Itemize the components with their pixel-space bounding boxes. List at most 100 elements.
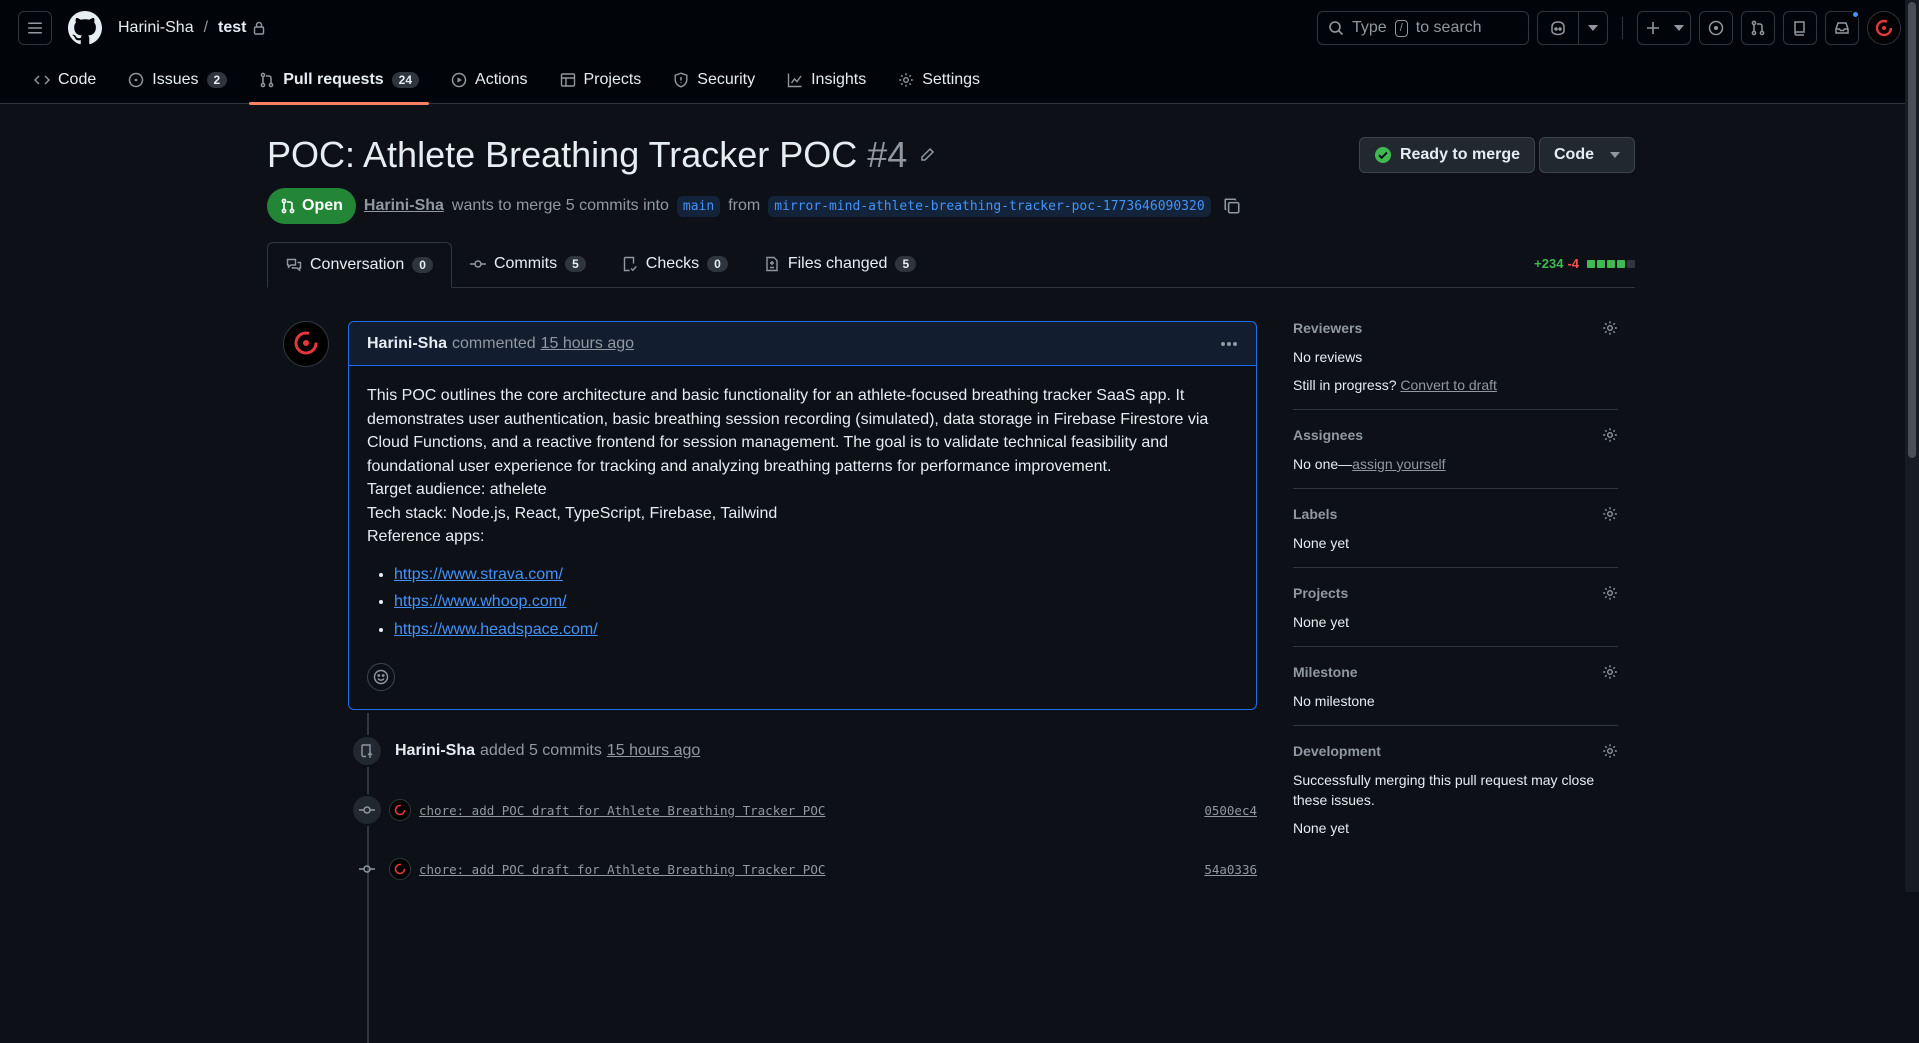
add-reaction-button[interactable]: [367, 663, 395, 691]
tab-conversation[interactable]: Conversation 0: [267, 242, 452, 288]
git-commit-icon: [469, 256, 486, 272]
commit-message-link[interactable]: chore: add POC draft for Athlete Breathi…: [419, 862, 825, 877]
gear-icon[interactable]: [1602, 585, 1618, 601]
no-one-text: No one—: [1293, 456, 1353, 472]
create-new-button[interactable]: [1637, 11, 1691, 45]
pull-requests-shortcut-button[interactable]: [1741, 11, 1775, 45]
plus-icon[interactable]: [1638, 12, 1668, 44]
lock-icon: [253, 21, 265, 35]
commit-row: chore: add POC draft for Athlete Breathi…: [351, 853, 1257, 885]
commit-message-link[interactable]: chore: add POC draft for Athlete Breathi…: [419, 803, 825, 818]
breadcrumb: Harini-Sha / test: [118, 19, 265, 37]
sidebar-development-title[interactable]: Development: [1293, 740, 1618, 762]
reference-link-whoop[interactable]: https://www.whoop.com/: [394, 593, 567, 610]
copy-icon[interactable]: [1223, 197, 1241, 215]
commit-row: chore: add POC draft for Athlete Breathi…: [351, 794, 1257, 826]
copilot-icon[interactable]: [1538, 12, 1578, 44]
repo-nav-security[interactable]: Security: [663, 56, 765, 104]
search-placeholder-prefix: Type: [1352, 19, 1387, 36]
repo-nav-label: Settings: [922, 71, 981, 88]
breadcrumb-owner-link[interactable]: Harini-Sha: [118, 19, 194, 37]
repo-nav-pull-requests[interactable]: Pull requests 24: [249, 56, 429, 105]
checklist-icon: [622, 256, 638, 272]
code-icon: [34, 72, 50, 88]
repo-nav-label: Actions: [475, 71, 528, 88]
github-logo-icon[interactable]: [68, 11, 102, 45]
commit-sha-link[interactable]: 0500ec4: [1204, 803, 1257, 818]
page-scrollbar[interactable]: [1905, 0, 1919, 892]
repo-nav-code[interactable]: Code: [24, 56, 106, 104]
comment-paragraph: This POC outlines the core architecture …: [367, 387, 1209, 475]
repo-icon: [1794, 21, 1805, 36]
pencil-icon[interactable]: [919, 147, 935, 163]
gear-icon[interactable]: [1602, 743, 1618, 759]
pr-state-label: Open: [302, 197, 343, 214]
sidebar-assignees-title[interactable]: Assignees: [1293, 424, 1618, 446]
commit-author-avatar[interactable]: [389, 858, 411, 880]
still-in-progress-text: Still in progress?: [1293, 377, 1397, 393]
commit-author-avatar[interactable]: [389, 799, 411, 821]
issue-opened-icon: [128, 72, 144, 88]
gear-icon: [898, 72, 914, 88]
repo-push-icon: [351, 735, 383, 767]
comment-author-avatar[interactable]: [283, 321, 329, 367]
assign-yourself-link[interactable]: assign yourself: [1352, 456, 1445, 472]
repo-nav-projects[interactable]: Projects: [550, 56, 652, 104]
pr-sidebar: Reviewers No reviews Still in progress? …: [1293, 303, 1618, 852]
diffstat-deletions: -4: [1567, 256, 1579, 271]
repositories-button[interactable]: [1783, 11, 1817, 45]
inbox-button[interactable]: [1825, 10, 1860, 45]
copilot-button[interactable]: [1537, 11, 1608, 45]
code-dropdown-label: Code: [1554, 146, 1594, 163]
pull-request-main: POC: Athlete Breathing Tracker POC #4 Re…: [267, 104, 1635, 1043]
event-author[interactable]: Harini-Sha: [395, 742, 475, 760]
reference-links: https://www.strava.com/ https://www.whoo…: [394, 563, 1238, 642]
inbox-icon: [1835, 22, 1849, 34]
issues-shortcut-button[interactable]: [1699, 11, 1733, 45]
sidebar-labels-value: None yet: [1293, 535, 1350, 551]
convert-to-draft-link[interactable]: Convert to draft: [1400, 377, 1497, 393]
tab-checks[interactable]: Checks 0: [604, 241, 746, 287]
pr-author-link[interactable]: Harini-Sha: [364, 197, 444, 215]
base-branch[interactable]: main: [676, 195, 721, 217]
sidebar-reviewers-draft: Still in progress? Convert to draft: [1293, 375, 1618, 395]
search-input[interactable]: Type / to search: [1317, 11, 1529, 45]
repo-nav-issues[interactable]: Issues 2: [118, 56, 237, 104]
ready-to-merge-button[interactable]: Ready to merge: [1358, 137, 1535, 173]
sidebar-labels-title[interactable]: Labels: [1293, 503, 1618, 525]
kebab-horizontal-icon[interactable]: [1220, 341, 1238, 347]
repo-nav-insights[interactable]: Insights: [777, 56, 876, 104]
sidebar-reviewers-title[interactable]: Reviewers: [1293, 317, 1618, 339]
chevron-down-icon[interactable]: [1668, 12, 1690, 44]
repo-nav-actions[interactable]: Actions: [441, 56, 537, 104]
search-icon: [1328, 20, 1344, 36]
chevron-down-icon[interactable]: [1579, 12, 1607, 44]
event-timestamp[interactable]: 15 hours ago: [607, 742, 700, 760]
code-dropdown-button[interactable]: Code: [1539, 137, 1635, 173]
user-avatar[interactable]: [1867, 11, 1901, 45]
tab-label: Checks: [645, 255, 700, 272]
repo-nav-counter: 24: [391, 72, 420, 88]
list-item: https://www.strava.com/: [394, 563, 1238, 587]
gear-icon[interactable]: [1602, 320, 1618, 336]
head-branch[interactable]: mirror-mind-athlete-breathing-tracker-po…: [768, 195, 1211, 217]
tab-commits[interactable]: Commits 5: [452, 241, 604, 287]
breadcrumb-repo-link[interactable]: test: [218, 19, 246, 37]
commit-sha-link[interactable]: 54a0336: [1204, 862, 1257, 877]
scrollbar-thumb[interactable]: [1908, 2, 1916, 458]
tab-files-changed[interactable]: Files changed 5: [746, 241, 934, 287]
sidebar-milestone-title[interactable]: Milestone: [1293, 661, 1618, 683]
comment-discussion-icon: [286, 257, 302, 273]
gear-icon[interactable]: [1602, 427, 1618, 443]
reference-link-strava[interactable]: https://www.strava.com/: [394, 566, 563, 583]
repo-nav-settings[interactable]: Settings: [888, 56, 990, 104]
hamburger-menu-button[interactable]: [18, 11, 52, 45]
comment-timestamp[interactable]: 15 hours ago: [541, 335, 634, 353]
gear-icon[interactable]: [1602, 506, 1618, 522]
comment-author[interactable]: Harini-Sha: [367, 335, 447, 353]
check-circle-icon: [1374, 146, 1392, 164]
reference-link-headspace[interactable]: https://www.headspace.com/: [394, 621, 598, 638]
sidebar-projects-title[interactable]: Projects: [1293, 582, 1618, 604]
tab-counter: 0: [707, 256, 728, 272]
gear-icon[interactable]: [1602, 664, 1618, 680]
